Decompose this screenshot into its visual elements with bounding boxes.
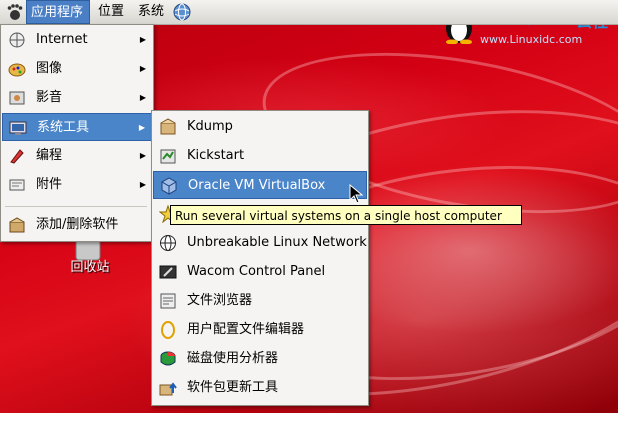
system-tools-submenu: Kdump Kickstart Oracle VM VirtualBox Unb… (151, 110, 369, 406)
menu-item-label: Internet (36, 32, 88, 47)
accessories-icon (9, 179, 25, 191)
menu-item-label: 添加/删除软件 (36, 217, 119, 232)
menu-item-label: 磁盘使用分析器 (187, 351, 279, 366)
menu-item-label: Kickstart (187, 148, 245, 163)
menu-item-disk-usage-analyzer[interactable]: 磁盘使用分析器 (153, 345, 367, 373)
system-menu[interactable]: 系统 (134, 0, 168, 24)
menu-item-label: Unbreakable Linux Network (187, 235, 367, 250)
menu-item-label: 编程 (36, 148, 63, 163)
add-remove-software-icon (9, 217, 25, 233)
menu-item-virtualbox[interactable]: Oracle VM VirtualBox (153, 171, 367, 199)
mouse-cursor-icon (349, 184, 363, 204)
file-browser-icon (160, 293, 176, 309)
menu-item-label: 文件浏览器 (187, 293, 253, 308)
submenu-arrow-icon: ▶ (139, 93, 146, 102)
disk-usage-icon (160, 351, 176, 366)
menu-item-label: 系统工具 (37, 120, 90, 135)
menu-item-label: Kdump (187, 119, 233, 134)
applications-dropdown: Internet ▶ 图像 ▶ 影音 ▶ 系统工具 ▶ 编程 ▶ 附件 ▶ 添加… (0, 24, 154, 242)
graphics-icon (8, 63, 26, 77)
multimedia-icon (9, 91, 25, 105)
menu-item-user-profile-editor[interactable]: 用户配置文件编辑器 (153, 316, 367, 344)
menu-item-accessories[interactable]: 附件 ▶ (2, 171, 152, 199)
menu-item-label: 图像 (36, 61, 63, 76)
menu-item-label: Wacom Control Panel (187, 264, 326, 279)
menu-item-file-browser[interactable]: 文件浏览器 (153, 287, 367, 315)
menu-item-label: 软件包更新工具 (187, 380, 279, 395)
menu-item-unbreakable-linux-network[interactable]: Unbreakable Linux Network (153, 229, 367, 257)
menu-item-system-tools[interactable]: 系统工具 ▶ (2, 113, 152, 141)
virtualbox-tooltip: Run several virtual systems on a single … (170, 205, 522, 225)
menu-item-add-remove-software[interactable]: 添加/删除软件 (2, 211, 152, 239)
web-browser-launcher-icon[interactable] (172, 2, 192, 22)
menu-item-multimedia[interactable]: 影音 ▶ (2, 84, 152, 112)
trash-label[interactable]: 回收站 (60, 256, 120, 275)
menu-item-internet[interactable]: Internet ▶ (2, 26, 152, 54)
gnome-foot-icon[interactable] (6, 3, 24, 21)
system-tools-icon (9, 121, 27, 135)
user-profile-icon (161, 321, 175, 339)
globe-icon (160, 235, 176, 251)
kdump-icon (160, 118, 176, 135)
submenu-arrow-icon: ▶ (139, 180, 146, 189)
menu-item-package-updater[interactable]: 软件包更新工具 (153, 374, 367, 402)
menu-item-wacom-control-panel[interactable]: Wacom Control Panel (153, 258, 367, 286)
menu-item-label: 附件 (36, 177, 63, 192)
logo-url: www.Linuxidc.com (480, 33, 583, 46)
menu-item-kdump[interactable]: Kdump (153, 113, 367, 141)
wacom-icon (159, 265, 177, 279)
virtualbox-icon (161, 177, 177, 195)
menu-separator (5, 206, 147, 207)
submenu-arrow-icon: ▶ (138, 123, 145, 132)
submenu-arrow-icon: ▶ (139, 64, 146, 73)
menu-item-programming[interactable]: 编程 ▶ (2, 142, 152, 170)
menu-item-kickstart[interactable]: Kickstart (153, 142, 367, 170)
top-panel: 应用程序 位置 系统 (0, 0, 618, 25)
package-update-icon (159, 382, 177, 396)
programming-icon (10, 149, 24, 164)
menu-item-label: Oracle VM VirtualBox (188, 178, 326, 193)
submenu-arrow-icon: ▶ (139, 35, 146, 44)
applications-menu[interactable]: 应用程序 (26, 0, 90, 24)
menu-item-label: 影音 (36, 90, 63, 105)
network-icon (9, 32, 25, 48)
submenu-arrow-icon: ▶ (139, 151, 146, 160)
kickstart-icon (160, 149, 176, 164)
menu-item-label: 用户配置文件编辑器 (187, 322, 305, 337)
menu-item-graphics[interactable]: 图像 ▶ (2, 55, 152, 83)
places-menu[interactable]: 位置 (94, 0, 128, 24)
